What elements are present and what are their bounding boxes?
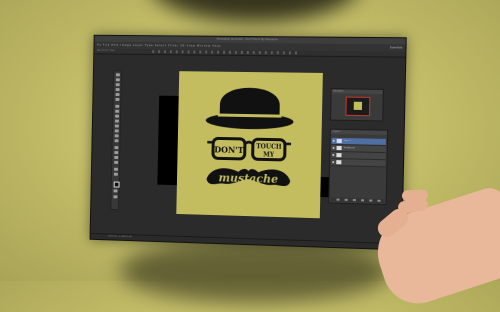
blur-tool-icon[interactable]: [114, 134, 118, 137]
link-layers-icon[interactable]: [336, 199, 339, 201]
shape-tool-icon[interactable]: [114, 161, 118, 164]
tools-panel: [110, 70, 122, 210]
lens-text-left: DON'T: [214, 145, 244, 155]
pen-tool-icon[interactable]: [114, 146, 118, 149]
path-select-tool-icon[interactable]: [114, 156, 118, 159]
stamp-tool-icon[interactable]: [115, 115, 119, 118]
layer-thumbnail: [336, 153, 341, 157]
options-tool-label[interactable]: Auto-Select: Layer: [97, 49, 115, 54]
layers-panel: Layers Layer 1 Background: [328, 129, 388, 205]
mask-icon[interactable]: [353, 199, 356, 201]
type-tool-icon[interactable]: [114, 151, 118, 154]
layer-thumbnail: [337, 139, 342, 143]
photoshop-window: Photoshop document - Don't Touch My Must…: [90, 35, 407, 251]
options-align-icons[interactable]: [152, 50, 301, 54]
eyedropper-tool-icon[interactable]: [115, 98, 119, 101]
crop-tool-icon[interactable]: [115, 93, 119, 96]
layer-name: Background: [344, 145, 355, 151]
history-brush-tool-icon[interactable]: [115, 120, 119, 123]
fx-icon[interactable]: [345, 199, 348, 201]
layer-name: Layer 1: [344, 138, 351, 144]
layers-panel-title[interactable]: Layers: [331, 130, 387, 135]
brush-tool-icon[interactable]: [115, 110, 119, 113]
screen-mode-icon[interactable]: [113, 195, 117, 198]
foreground-color-swatch[interactable]: [113, 182, 119, 188]
layers-panel-footer: [330, 197, 384, 203]
dodge-tool-icon[interactable]: [114, 139, 118, 142]
move-tool-icon[interactable]: [115, 73, 119, 76]
lens-text-right-bottom: MY: [263, 151, 275, 158]
quick-mask-icon[interactable]: [113, 189, 117, 192]
navigator-panel: Navigator: [330, 88, 384, 121]
gradient-tool-icon[interactable]: [114, 129, 118, 132]
healing-tool-icon[interactable]: [115, 105, 119, 108]
navigator-thumbnail-art: [354, 102, 362, 110]
lasso-tool-icon[interactable]: [115, 83, 119, 86]
quick-select-tool-icon[interactable]: [115, 88, 119, 91]
mustache-artwork: DON'T TOUCH MY mustache: [176, 71, 323, 218]
glasses-icon: DON'T TOUCH MY: [207, 138, 291, 160]
hand-tool-icon[interactable]: [114, 168, 118, 171]
trash-icon[interactable]: [377, 200, 380, 202]
layer-thumbnail: [336, 160, 341, 164]
document-canvas[interactable]: DON'T TOUCH MY mustache: [176, 71, 323, 218]
layer-row[interactable]: [331, 159, 385, 167]
eraser-tool-icon[interactable]: [114, 124, 118, 127]
background-hat-silhouette: [150, 0, 360, 22]
navigator-panel-title[interactable]: Navigator: [332, 89, 383, 94]
status-text: 100% Doc: 3.00M/12.4M: [108, 234, 132, 240]
zoom-tool-icon[interactable]: [113, 173, 117, 176]
eye-icon[interactable]: [332, 154, 334, 156]
eye-icon[interactable]: [332, 147, 334, 149]
mustache-icon: mustache: [206, 168, 290, 186]
marquee-tool-icon[interactable]: [115, 78, 119, 81]
adjustment-icon[interactable]: [361, 199, 364, 201]
eye-icon[interactable]: [332, 161, 334, 163]
mustache-text: mustache: [218, 171, 278, 186]
bowler-hat-icon: [206, 87, 295, 130]
layer-thumbnail: [337, 146, 342, 150]
new-layer-icon[interactable]: [369, 199, 372, 201]
navigator-thumbnail[interactable]: [345, 97, 370, 117]
lens-text-right-top: TOUCH: [256, 143, 282, 151]
eye-icon[interactable]: [333, 140, 335, 142]
finger-photo: [402, 190, 428, 202]
